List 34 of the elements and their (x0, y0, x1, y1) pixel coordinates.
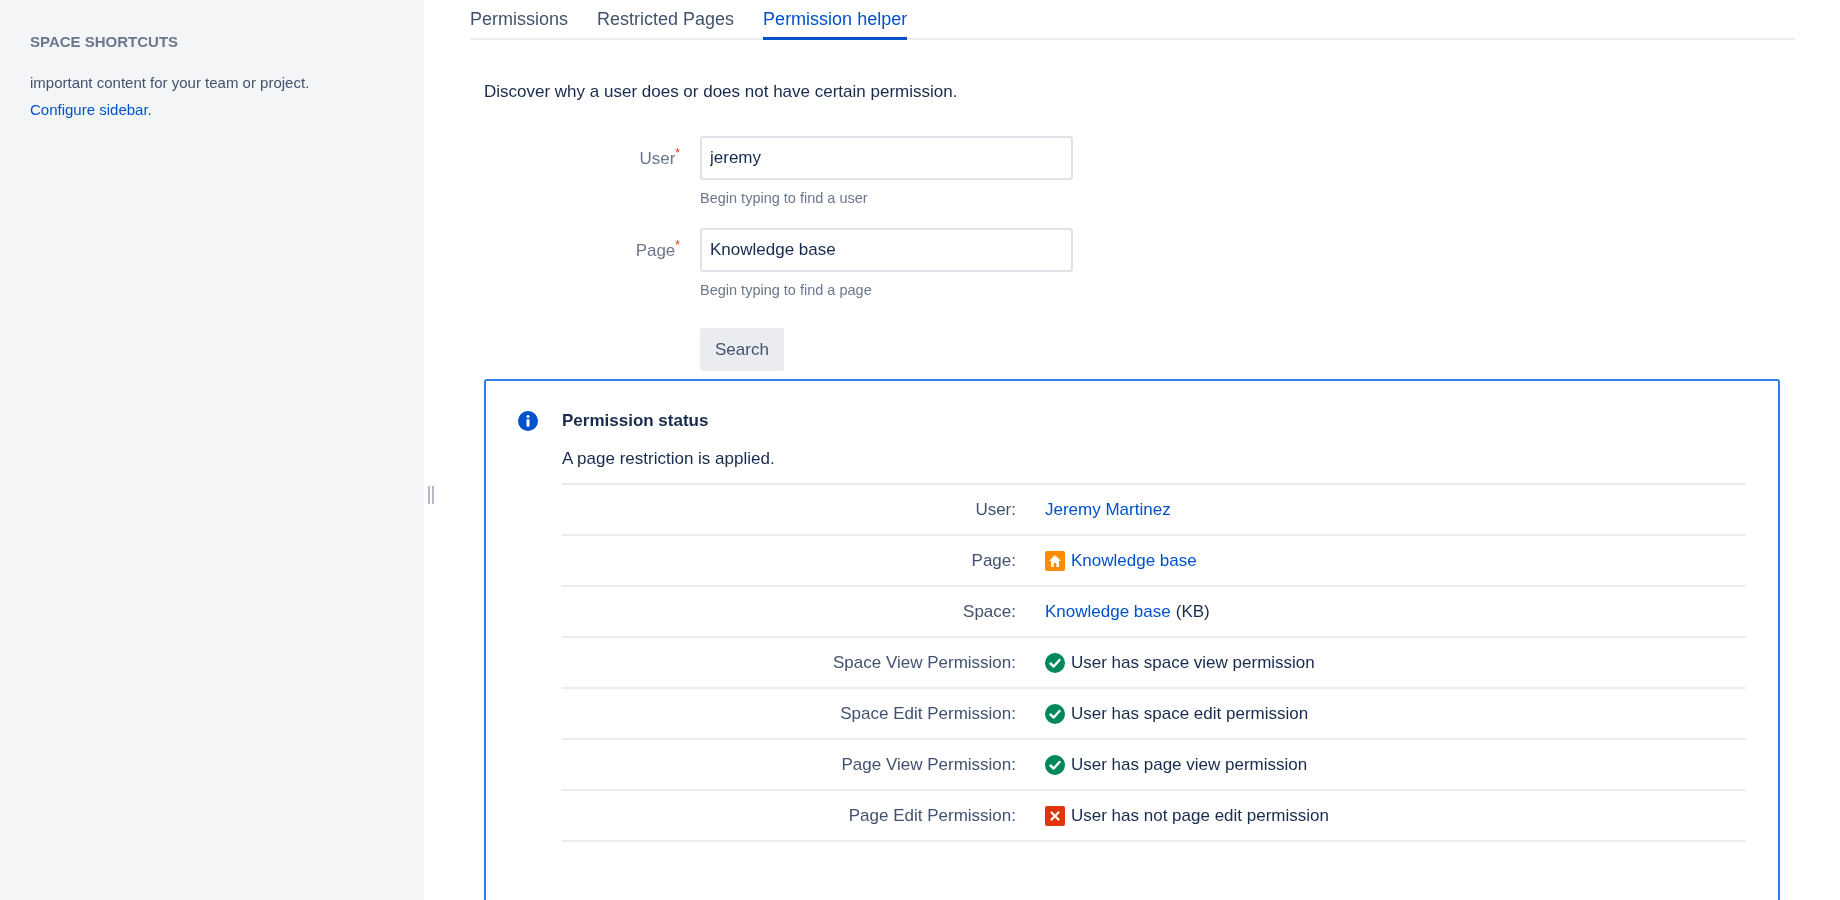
page-link[interactable]: Knowledge base (1071, 550, 1197, 571)
status-text: User has not page edit permission (1071, 805, 1329, 826)
row-label: User: (562, 484, 1045, 535)
status-text: User has space view permission (1071, 652, 1315, 673)
sidebar-text: important content for your team or project. (30, 74, 311, 91)
row-label: Space Edit Permission: (562, 688, 1045, 739)
row-label: Space View Permission: (562, 637, 1045, 688)
configure-sidebar-link[interactable]: Configure sidebar. (30, 101, 152, 118)
space-link[interactable]: Knowledge base (1045, 601, 1171, 622)
info-icon (518, 411, 538, 431)
panel-message: A page restriction is applied. (562, 449, 776, 469)
input-field[interactable]: jeremy (700, 136, 1073, 180)
row-label: Space: (562, 586, 1045, 637)
field-hint: Begin typing to find a page (700, 282, 873, 298)
row-label: Page: (562, 535, 1045, 586)
field-label: User$^{*}$ (638, 145, 680, 170)
status-text: User has space edit permission (1071, 703, 1309, 724)
resize-handle[interactable] (428, 486, 434, 504)
space-key: (KB) (1175, 601, 1210, 622)
section-heading: SPACE SHORTCUTS (30, 33, 180, 50)
field-hint: Begin typing to find a user (700, 190, 869, 206)
tab[interactable]: Restricted Pages (597, 9, 735, 40)
row-label: Page View Permission: (562, 739, 1045, 790)
tab[interactable]: Permissions (470, 9, 569, 40)
search-button[interactable]: Search (700, 328, 784, 371)
field-label: Page$^{*}$ (634, 237, 680, 262)
tab[interactable]: Permission helper (763, 9, 908, 40)
description-text: Discover why a user does or does not have certain permission. (484, 82, 959, 102)
panel-title: Permission status (562, 411, 710, 431)
user-link[interactable]: Jeremy Martinez (1045, 499, 1171, 520)
home-icon (1045, 550, 1065, 571)
row-label: Page Edit Permission: (562, 790, 1045, 841)
status-text: User has page view permission (1071, 754, 1308, 775)
input-field[interactable]: Knowledge base (700, 228, 1073, 272)
